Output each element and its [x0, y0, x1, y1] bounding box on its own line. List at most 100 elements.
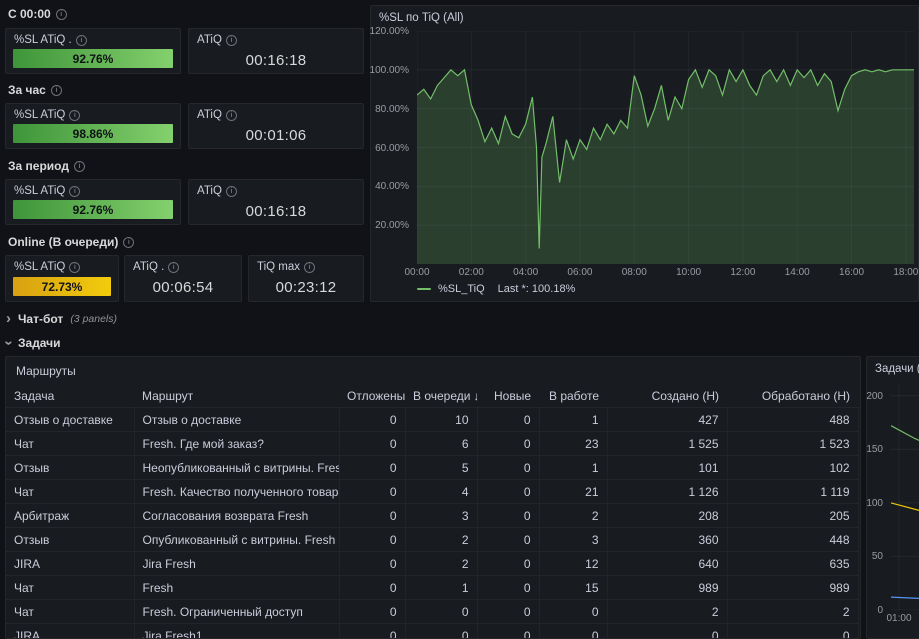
- table-cell: 0: [477, 576, 539, 600]
- panel-atiq-hour: ATiQ i 00:01:06: [188, 103, 364, 149]
- column-header-4[interactable]: В очереди↓: [405, 387, 477, 408]
- x-axis-label: 08:00: [617, 267, 651, 278]
- sl-tiq-chart-plot[interactable]: [417, 31, 914, 264]
- info-icon[interactable]: i: [226, 35, 237, 46]
- row-toggle-tasks[interactable]: › Задачи: [6, 334, 61, 352]
- info-icon[interactable]: i: [226, 110, 237, 121]
- table-cell: 0: [339, 408, 405, 432]
- panel-tasks-chart: Задачи (All 200150100500 01:00: [866, 356, 919, 639]
- column-header-2[interactable]: Маршрут: [134, 387, 339, 408]
- y-axis: 120.00%100.00%80.00%60.00%40.00%20.00%: [371, 31, 413, 264]
- panel-title[interactable]: %SL ATiQ i: [14, 185, 80, 197]
- y-axis-label: 100: [866, 498, 883, 509]
- x-axis-label: 02:00: [454, 267, 488, 278]
- table-cell: 1: [405, 576, 477, 600]
- table-cell: 1 525: [607, 432, 727, 456]
- table-cell: Fresh. Качество полученного товара: [134, 480, 339, 504]
- info-icon[interactable]: i: [69, 262, 80, 273]
- info-icon[interactable]: i: [168, 262, 179, 273]
- bar-gauge: 92.76%: [13, 49, 173, 68]
- table-cell: Отзыв: [6, 528, 134, 552]
- info-icon[interactable]: i: [56, 9, 67, 20]
- column-header-8[interactable]: Обработано (Н): [727, 387, 858, 408]
- x-axis-label: 04:00: [509, 267, 543, 278]
- table-row: ЧатFresh. Качество полученного товара040…: [6, 480, 858, 504]
- panel-sl-atiq-since-0000: %SL ATiQ . i 92.76%: [5, 28, 181, 74]
- panel-title[interactable]: ATiQ i: [197, 109, 237, 121]
- table-cell: 1 126: [607, 480, 727, 504]
- table-cell: 488: [727, 408, 858, 432]
- table-cell: 2: [405, 552, 477, 576]
- info-icon[interactable]: i: [69, 186, 80, 197]
- table-cell: 427: [607, 408, 727, 432]
- section-label-text: За час: [8, 83, 46, 97]
- panel-title[interactable]: ATiQ i: [197, 34, 237, 46]
- table-row: ОтзывНеопубликованный с витрины. Fresh05…: [6, 456, 858, 480]
- table-cell: 640: [607, 552, 727, 576]
- table-cell: Чат: [6, 432, 134, 456]
- column-header-1[interactable]: Задача: [6, 387, 134, 408]
- table-cell: Арбитраж: [6, 504, 134, 528]
- section-label-period: За период i: [8, 159, 85, 173]
- grafana-dashboard: С 00:00 i %SL ATiQ . i 92.76% ATiQ i 00:…: [0, 0, 919, 639]
- info-icon[interactable]: i: [74, 161, 85, 172]
- panel-title[interactable]: TiQ max i: [257, 261, 315, 273]
- info-icon[interactable]: i: [123, 237, 134, 248]
- panel-title[interactable]: %SL ATiQ . i: [14, 34, 87, 46]
- table-cell: Jira Fresh: [134, 552, 339, 576]
- info-icon[interactable]: i: [69, 110, 80, 121]
- column-header-6[interactable]: В работе: [539, 387, 607, 408]
- chevron-down-icon: ›: [3, 341, 15, 346]
- panel-tiq-max-online: TiQ max i 00:23:12: [248, 255, 364, 302]
- table-row: ОтзывОпубликованный с витрины. Fresh0203…: [6, 528, 858, 552]
- y-axis-label: 80.00%: [375, 104, 409, 115]
- row-title[interactable]: Задачи: [18, 336, 61, 350]
- row-toggle-chatbot[interactable]: › Чат-бот (3 panels): [6, 310, 117, 328]
- table-cell: Отзыв: [6, 456, 134, 480]
- panel-sl-tiq-chart: %SL по TiQ (All) 120.00%100.00%80.00%60.…: [370, 5, 919, 302]
- chevron-right-icon: ›: [6, 313, 11, 325]
- panel-title[interactable]: Задачи (All: [875, 363, 919, 375]
- section-label-text: За период: [8, 159, 69, 173]
- legend-line-icon: [417, 288, 431, 291]
- section-label-since-0000: С 00:00 i: [8, 7, 67, 21]
- table-cell: 0: [339, 480, 405, 504]
- table-cell: 15: [539, 576, 607, 600]
- tasks-chart-plot[interactable]: [891, 385, 919, 610]
- table-cell: 0: [477, 456, 539, 480]
- table-cell: 635: [727, 552, 858, 576]
- panel-title[interactable]: %SL ATiQ i: [14, 261, 80, 273]
- row-title[interactable]: Чат-бот: [18, 312, 63, 326]
- info-icon[interactable]: i: [226, 186, 237, 197]
- panel-title[interactable]: %SL ATiQ i: [14, 109, 80, 121]
- table-cell: 5: [405, 456, 477, 480]
- info-icon[interactable]: i: [76, 35, 87, 46]
- y-axis-label: 150: [866, 444, 883, 455]
- table-cell: 0: [477, 408, 539, 432]
- panel-atiq-online: ATiQ . i 00:06:54: [124, 255, 242, 302]
- table-cell: 989: [727, 576, 858, 600]
- table-cell: 0: [405, 600, 477, 624]
- info-icon[interactable]: i: [304, 262, 315, 273]
- panel-title[interactable]: ATiQ i: [197, 185, 237, 197]
- legend-item-sl-tiq[interactable]: %SL_TiQ Last *: 100.18%: [417, 283, 575, 295]
- table-cell: Чат: [6, 600, 134, 624]
- x-axis-label: 16:00: [835, 267, 869, 278]
- table-cell: Fresh: [134, 576, 339, 600]
- info-icon[interactable]: i: [51, 85, 62, 96]
- table-cell: 102: [727, 456, 858, 480]
- column-header-3[interactable]: Отложены: [339, 387, 405, 408]
- table-cell: 2: [607, 600, 727, 624]
- table-cell: 0: [477, 504, 539, 528]
- section-label-last-hour: За час i: [8, 83, 62, 97]
- table-cell: 23: [539, 432, 607, 456]
- panel-title[interactable]: Маршруты: [16, 364, 76, 378]
- column-header-7[interactable]: Создано (Н): [607, 387, 727, 408]
- legend-series-name[interactable]: %SL_TiQ: [438, 283, 485, 295]
- column-header-5[interactable]: Новые: [477, 387, 539, 408]
- x-axis-label: 10:00: [672, 267, 706, 278]
- table-cell: 101: [607, 456, 727, 480]
- y-axis-label: 120.00%: [370, 26, 409, 37]
- panel-title[interactable]: %SL по TiQ (All): [379, 12, 464, 24]
- panel-title[interactable]: ATiQ . i: [133, 261, 179, 273]
